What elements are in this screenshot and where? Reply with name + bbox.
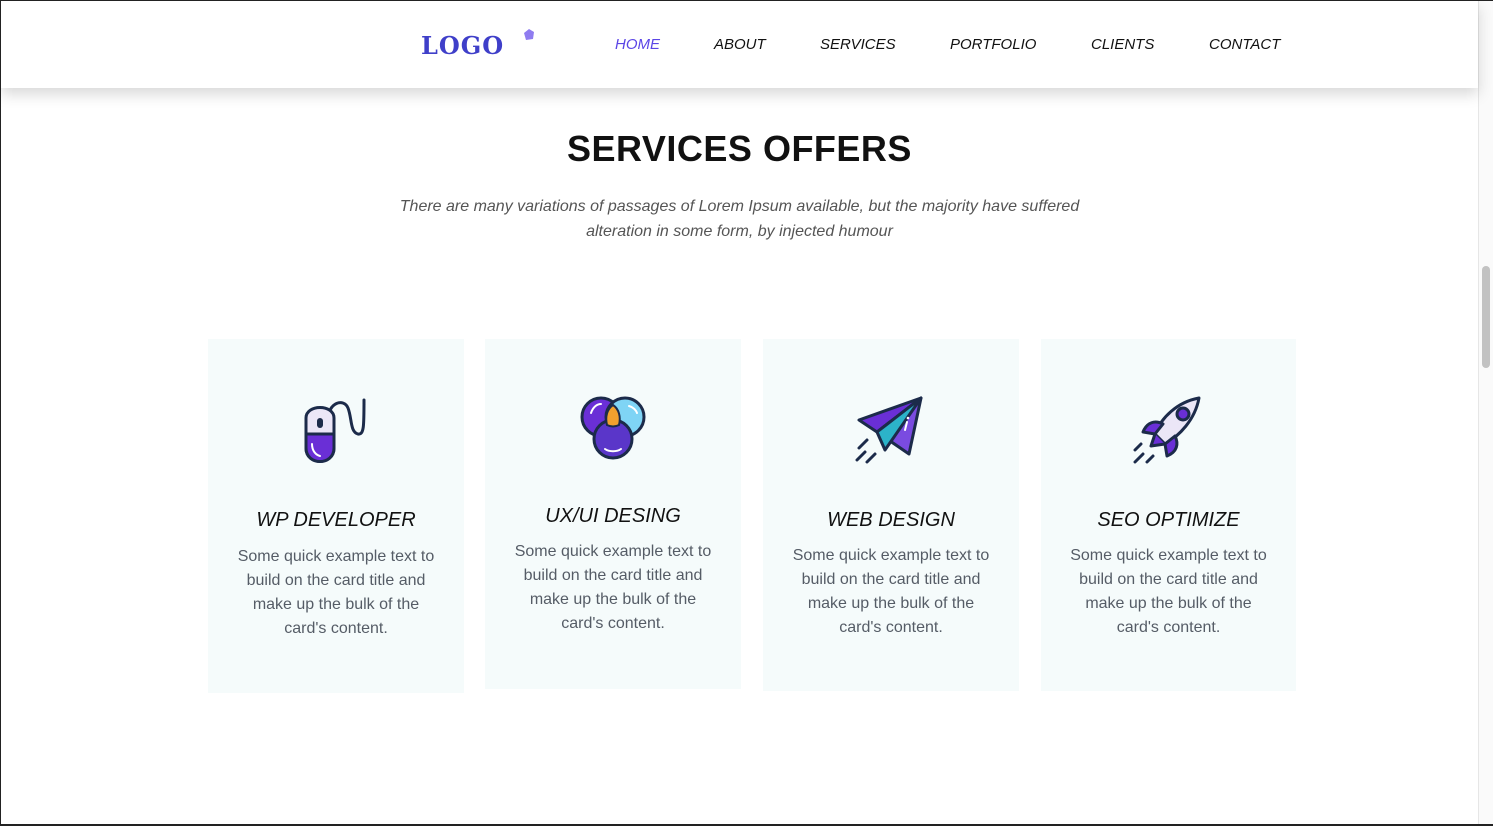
main-nav: HOME ABOUT SERVICES PORTFOLIO CLIENTS CO…: [1, 34, 1478, 56]
scrollbar-thumb[interactable]: [1482, 266, 1490, 368]
mouse-icon: [304, 398, 366, 463]
card-text: Some quick example text to build on the …: [792, 547, 990, 636]
browser-frame: LOGO HOME ABOUT SERVICES PORTFOLIO CLIEN…: [0, 0, 1493, 826]
rocket-icon: [1133, 396, 1200, 464]
card-title: UX/UI DESING: [545, 505, 681, 527]
card-title: WEB DESIGN: [827, 509, 955, 531]
card-title: WP DEVELOPER: [256, 509, 416, 531]
nav-item-home[interactable]: HOME: [615, 34, 660, 56]
section-subtitle: There are many variations of passages of…: [399, 198, 1080, 240]
service-card-web-design: WEB DESIGN Some quick example text to bu…: [763, 339, 1019, 691]
nav-item-portfolio[interactable]: PORTFOLIO: [950, 34, 1036, 56]
nav-item-about[interactable]: ABOUT: [714, 34, 766, 56]
nav-item-contact[interactable]: CONTACT: [1209, 34, 1280, 56]
vertical-scrollbar[interactable]: [1478, 1, 1493, 824]
color-circles-icon: [580, 396, 646, 460]
service-card-wp-developer: WP DEVELOPER Some quick example text to …: [208, 339, 464, 693]
navbar: LOGO HOME ABOUT SERVICES PORTFOLIO CLIEN…: [1, 1, 1478, 88]
paper-plane-icon: [855, 396, 923, 464]
card-title: SEO OPTIMIZE: [1097, 509, 1240, 531]
card-text: Some quick example text to build on the …: [514, 543, 712, 632]
nav-item-services[interactable]: SERVICES: [820, 34, 896, 56]
card-text: Some quick example text to build on the …: [237, 548, 435, 637]
card-text: Some quick example text to build on the …: [1070, 547, 1267, 636]
page-viewport: LOGO HOME ABOUT SERVICES PORTFOLIO CLIEN…: [1, 1, 1478, 824]
nav-item-clients[interactable]: CLIENTS: [1091, 34, 1154, 56]
service-card-seo-optimize: SEO OPTIMIZE Some quick example text to …: [1041, 339, 1296, 691]
section-title: SERVICES OFFERS: [567, 128, 912, 169]
service-card-ux-ui-design: UX/UI DESING Some quick example text to …: [485, 339, 741, 689]
